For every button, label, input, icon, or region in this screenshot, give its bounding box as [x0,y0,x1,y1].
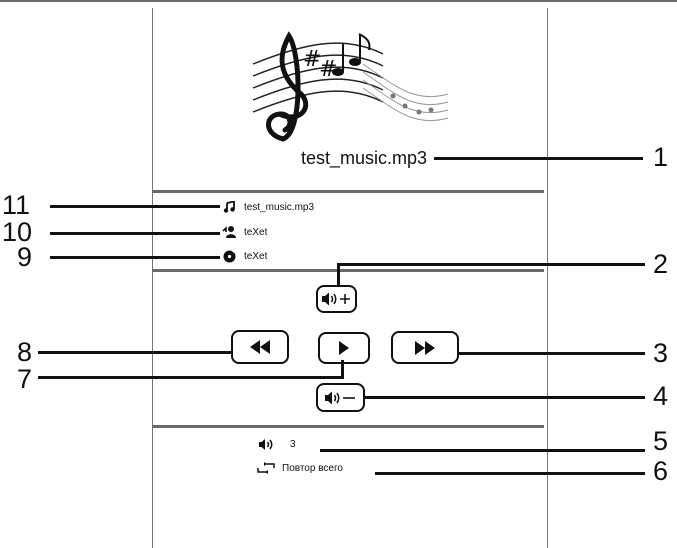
play-icon [339,341,349,355]
callout-line-7-vertical [341,360,344,379]
album-text: teXet [244,250,268,262]
callout-number-6: 6 [653,456,669,486]
callout-line-1 [434,157,643,160]
separator-middle [152,269,544,272]
song-name-text: test_music.mp3 [244,201,315,213]
volume-up-icon [321,292,350,306]
top-rule [0,0,677,2]
separator-bottom [152,425,544,428]
callout-line-2 [337,263,645,266]
rewind-icon [250,340,270,354]
callout-line-9 [50,256,220,259]
play-button[interactable] [318,332,370,364]
artist-text: teXet [244,226,268,238]
rewind-button[interactable] [231,330,289,364]
callout-number-7: 7 [17,364,33,394]
callout-line-2-vertical [337,263,340,285]
callout-number-11: 11 [2,190,31,220]
callout-line-7 [38,376,343,379]
disc-icon [222,249,236,263]
volume-value: 3 [290,439,296,450]
callout-number-2: 2 [653,249,669,279]
callout-line-8 [38,351,231,354]
volume-down-button[interactable] [316,383,365,412]
speaker-icon [259,439,273,450]
track-title: test_music.mp3 [300,148,427,168]
callout-line-4 [365,396,645,399]
callout-number-5: 5 [653,426,669,456]
callout-line-3 [459,352,645,355]
callout-line-5 [320,449,645,452]
artist-icon [222,225,236,239]
callout-number-3: 3 [653,338,669,368]
repeat-mode-text: Повтор всего [282,462,343,474]
callout-line-10 [50,232,220,235]
callout-number-4: 4 [653,381,669,411]
volume-down-icon [324,391,355,404]
callout-number-1: 1 [653,142,669,172]
callout-number-8: 8 [17,337,33,367]
callout-line-11 [50,205,220,208]
music-note-icon [222,200,236,214]
repeat-mode-indicator: Повтор всего [256,462,343,474]
artist-row: teXet [222,224,267,240]
callout-line-6 [375,472,645,475]
volume-up-button[interactable] [316,285,357,313]
callout-number-9: 9 [17,242,33,272]
album-row: teXet [222,248,267,264]
callout-number-10: 10 [2,217,33,247]
fast-forward-icon [415,340,435,355]
separator-top [152,190,544,193]
volume-indicator: 3 [258,438,296,451]
song-name-row: test_music.mp3 [222,199,314,215]
album-art: # # [252,31,449,142]
fast-forward-button[interactable] [391,331,459,364]
repeat-icon [257,462,275,474]
